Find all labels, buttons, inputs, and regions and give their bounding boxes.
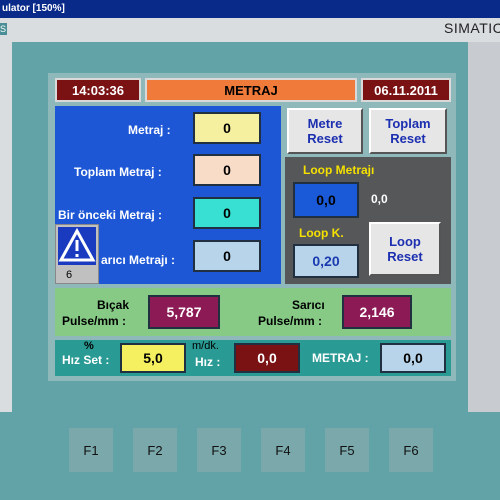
- sarici-metraj-label: arıcı Metrajı :: [101, 253, 176, 267]
- bicak-label: Bıçak: [97, 298, 130, 312]
- loop-k-value[interactable]: 0,20: [293, 244, 359, 278]
- f1-key[interactable]: F1: [69, 428, 113, 472]
- f4-key[interactable]: F4: [261, 428, 305, 472]
- f3-key[interactable]: F3: [197, 428, 241, 472]
- hiz-set-value[interactable]: 5,0: [120, 343, 186, 373]
- metraj-value[interactable]: 0: [193, 112, 261, 144]
- date-display: 06.11.2011: [361, 78, 451, 102]
- page-title: METRAJ: [145, 78, 357, 102]
- sarici-label: Sarıcı: [292, 298, 325, 312]
- percent-label: %: [84, 340, 94, 352]
- warning-icon: [58, 227, 96, 265]
- metre-reset-button[interactable]: Metre Reset: [287, 108, 363, 154]
- loop-metraj-side-value: 0,0: [371, 192, 388, 206]
- bicak-pulse-label: Pulse/mm :: [62, 314, 127, 328]
- time-display: 14:03:36: [55, 78, 141, 102]
- f2-key[interactable]: F2: [133, 428, 177, 472]
- metraj-speed-value[interactable]: 0,0: [380, 343, 446, 373]
- onceki-metraj-value[interactable]: 0: [193, 197, 261, 229]
- unit-label: m/dk.: [192, 340, 219, 352]
- sarici-pulse-value[interactable]: 2,146: [342, 295, 412, 329]
- hiz-label: Hız :: [195, 355, 221, 369]
- alarm-count: 6: [66, 269, 73, 281]
- onceki-metraj-label: Bir önceki Metraj :: [58, 208, 163, 222]
- sarici-metraj-value[interactable]: 0: [193, 240, 261, 272]
- loop-reset-button[interactable]: Loop Reset: [369, 222, 441, 276]
- f5-key[interactable]: F5: [325, 428, 369, 472]
- model-label: SIMATIC: [444, 20, 500, 36]
- alarm-indicator[interactable]: 6: [55, 224, 99, 284]
- loop-metraj-label: Loop Metrajı: [303, 163, 375, 177]
- bicak-pulse-value[interactable]: 5,787: [148, 295, 220, 329]
- loop-k-label: Loop K.: [299, 226, 344, 240]
- toplam-reset-button[interactable]: Toplam Reset: [369, 108, 447, 154]
- hiz-set-label: Hız Set :: [62, 353, 110, 367]
- metraj-label: Metraj :: [128, 123, 171, 137]
- brand-logo: S: [0, 23, 7, 35]
- f6-key[interactable]: F6: [389, 428, 433, 472]
- sarici-pulse-label: Pulse/mm :: [258, 314, 323, 328]
- metraj-speed-label: METRAJ :: [312, 351, 369, 365]
- toplam-metraj-value[interactable]: 0: [193, 154, 261, 186]
- hiz-value[interactable]: 0,0: [234, 343, 300, 373]
- loop-metraj-value[interactable]: 0,0: [293, 182, 359, 218]
- toplam-metraj-label: Toplam Metraj :: [74, 165, 162, 179]
- window-titlebar: ulator [150%]: [0, 0, 500, 18]
- bezel-side: [468, 42, 500, 442]
- window-title: ulator [150%]: [2, 3, 65, 14]
